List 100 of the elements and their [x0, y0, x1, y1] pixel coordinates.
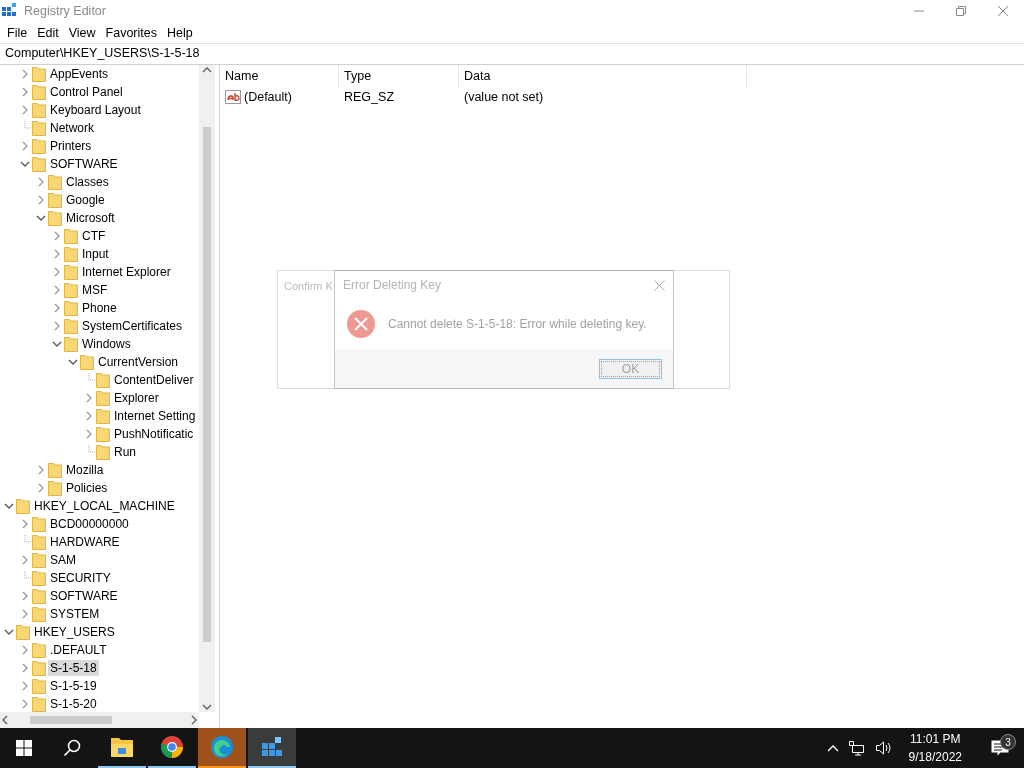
- tree-item[interactable]: Network: [48, 120, 96, 136]
- tree-item[interactable]: Keyboard Layout: [48, 102, 143, 118]
- folder-icon: [32, 678, 46, 694]
- folder-icon: [96, 444, 110, 460]
- error-icon: [346, 309, 376, 339]
- menu-item[interactable]: File: [2, 25, 33, 40]
- tree-item[interactable]: Explorer: [112, 390, 161, 406]
- folder-icon: [48, 174, 62, 190]
- table-cell-text: REG_SZ: [343, 89, 395, 106]
- tree-item[interactable]: HKEY_LOCAL_MACHINE: [32, 498, 177, 514]
- scroll-right-icon[interactable]: [189, 715, 199, 725]
- tree-item[interactable]: Internet Explorer: [80, 264, 173, 280]
- folder-icon: [64, 282, 78, 298]
- folder-icon: [64, 264, 78, 280]
- registry-icon: [2, 3, 18, 19]
- tree-item[interactable]: ContentDeliver: [112, 372, 196, 388]
- taskbar-button[interactable]: [248, 728, 296, 768]
- tree-item[interactable]: Google: [64, 192, 107, 208]
- tree-item[interactable]: SAM: [48, 552, 78, 568]
- volume-icon[interactable]: [874, 740, 891, 756]
- tree-item[interactable]: SECURITY: [48, 570, 113, 586]
- column-header[interactable]: Name: [220, 65, 339, 87]
- search-icon[interactable]: [63, 739, 81, 757]
- folder-icon: [32, 156, 46, 172]
- tree-item[interactable]: SOFTWARE: [48, 156, 120, 172]
- tree-item[interactable]: Microsoft: [64, 210, 117, 226]
- folder-icon: [64, 336, 78, 352]
- tree-item[interactable]: HARDWARE: [48, 534, 122, 550]
- tree-item[interactable]: Mozilla: [64, 462, 106, 478]
- menu-item[interactable]: Favorites: [100, 25, 162, 40]
- network-icon[interactable]: [848, 740, 865, 756]
- tree-item[interactable]: CTF: [80, 228, 108, 244]
- tree-item[interactable]: MSF: [80, 282, 110, 298]
- folder-icon: [32, 534, 46, 550]
- close-icon[interactable]: [997, 5, 1009, 17]
- folder-icon: [48, 462, 62, 478]
- tree-item[interactable]: Internet Setting: [112, 408, 198, 424]
- tree-item[interactable]: SystemCertificates: [80, 318, 185, 334]
- tree-item[interactable]: AppEvents: [48, 66, 111, 82]
- value-name[interactable]: (Default): [244, 90, 292, 104]
- folder-icon: [32, 606, 46, 622]
- folder-icon: [48, 192, 62, 208]
- windows-start-icon[interactable]: [16, 740, 32, 756]
- scroll-down-icon[interactable]: [202, 702, 212, 712]
- tree-item[interactable]: S-1-5-20: [48, 696, 99, 712]
- folder-icon: [32, 588, 46, 604]
- table-cell-text: (value not set): [463, 89, 545, 106]
- tree-item[interactable]: Classes: [64, 174, 111, 190]
- tree-item[interactable]: S-1-5-19: [48, 678, 99, 694]
- tree-item[interactable]: Printers: [48, 138, 94, 154]
- tree-item[interactable]: BCD00000000: [48, 516, 131, 532]
- clock-date[interactable]: 9/18/2022: [908, 748, 962, 766]
- notification-count: 3: [1000, 734, 1016, 750]
- tree-item[interactable]: PushNotificatic: [112, 426, 196, 442]
- tree-item[interactable]: Policies: [64, 480, 110, 496]
- registry-icon: [260, 735, 284, 759]
- address-field[interactable]: Computer\HKEY_USERS\S-1-5-18: [0, 44, 1024, 64]
- folder-icon: [32, 138, 46, 154]
- scrollbar-thumb[interactable]: [203, 127, 211, 642]
- tree-item[interactable]: Input: [80, 246, 111, 262]
- tree-item[interactable]: S-1-5-18: [48, 660, 99, 676]
- dialog-title: Error Deleting Key: [343, 278, 442, 292]
- folder-icon: [16, 498, 30, 514]
- scrollbar-thumb[interactable]: [30, 716, 112, 724]
- tree-item[interactable]: Run: [112, 444, 138, 460]
- clock-time[interactable]: 11:01 PM: [910, 730, 961, 748]
- chevron-up-icon[interactable]: [826, 744, 839, 752]
- folder-icon: [48, 210, 62, 226]
- folder-icon: [32, 120, 46, 136]
- folder-icon: [32, 84, 46, 100]
- folder-icon: [96, 372, 110, 388]
- folder-icon: [110, 736, 134, 758]
- tree-item[interactable]: Control Panel: [48, 84, 125, 100]
- folder-icon: [32, 570, 46, 586]
- folder-icon: [64, 318, 78, 334]
- tree-item[interactable]: .DEFAULT: [48, 642, 109, 658]
- folder-icon: [96, 426, 110, 442]
- browser-icon: [210, 735, 234, 759]
- tree-item[interactable]: Windows: [80, 336, 133, 352]
- tree-item[interactable]: Phone: [80, 300, 119, 316]
- menu-item[interactable]: Help: [162, 25, 198, 40]
- tree-item[interactable]: SOFTWARE: [48, 588, 120, 604]
- column-header[interactable]: Data: [459, 65, 747, 87]
- restore-icon[interactable]: [955, 5, 967, 17]
- folder-icon: [96, 390, 110, 406]
- dialog-title: Confirm K: [284, 280, 333, 292]
- scroll-left-icon[interactable]: [0, 715, 10, 725]
- folder-icon: [96, 408, 110, 424]
- menu-item[interactable]: View: [63, 25, 101, 40]
- folder-icon: [80, 354, 94, 370]
- tree-item[interactable]: CurrentVersion: [96, 354, 181, 370]
- close-icon[interactable]: [654, 279, 665, 291]
- browser-icon: [160, 735, 184, 759]
- column-header[interactable]: Type: [339, 65, 459, 87]
- tree-item[interactable]: HKEY_USERS: [32, 624, 117, 640]
- tree-item[interactable]: SYSTEM: [48, 606, 102, 622]
- menu-item[interactable]: Edit: [32, 25, 64, 40]
- error-message: Cannot delete S-1-5-18: Error while deleting key.: [388, 317, 647, 331]
- scroll-up-icon[interactable]: [202, 65, 212, 75]
- folder-icon: [64, 300, 78, 316]
